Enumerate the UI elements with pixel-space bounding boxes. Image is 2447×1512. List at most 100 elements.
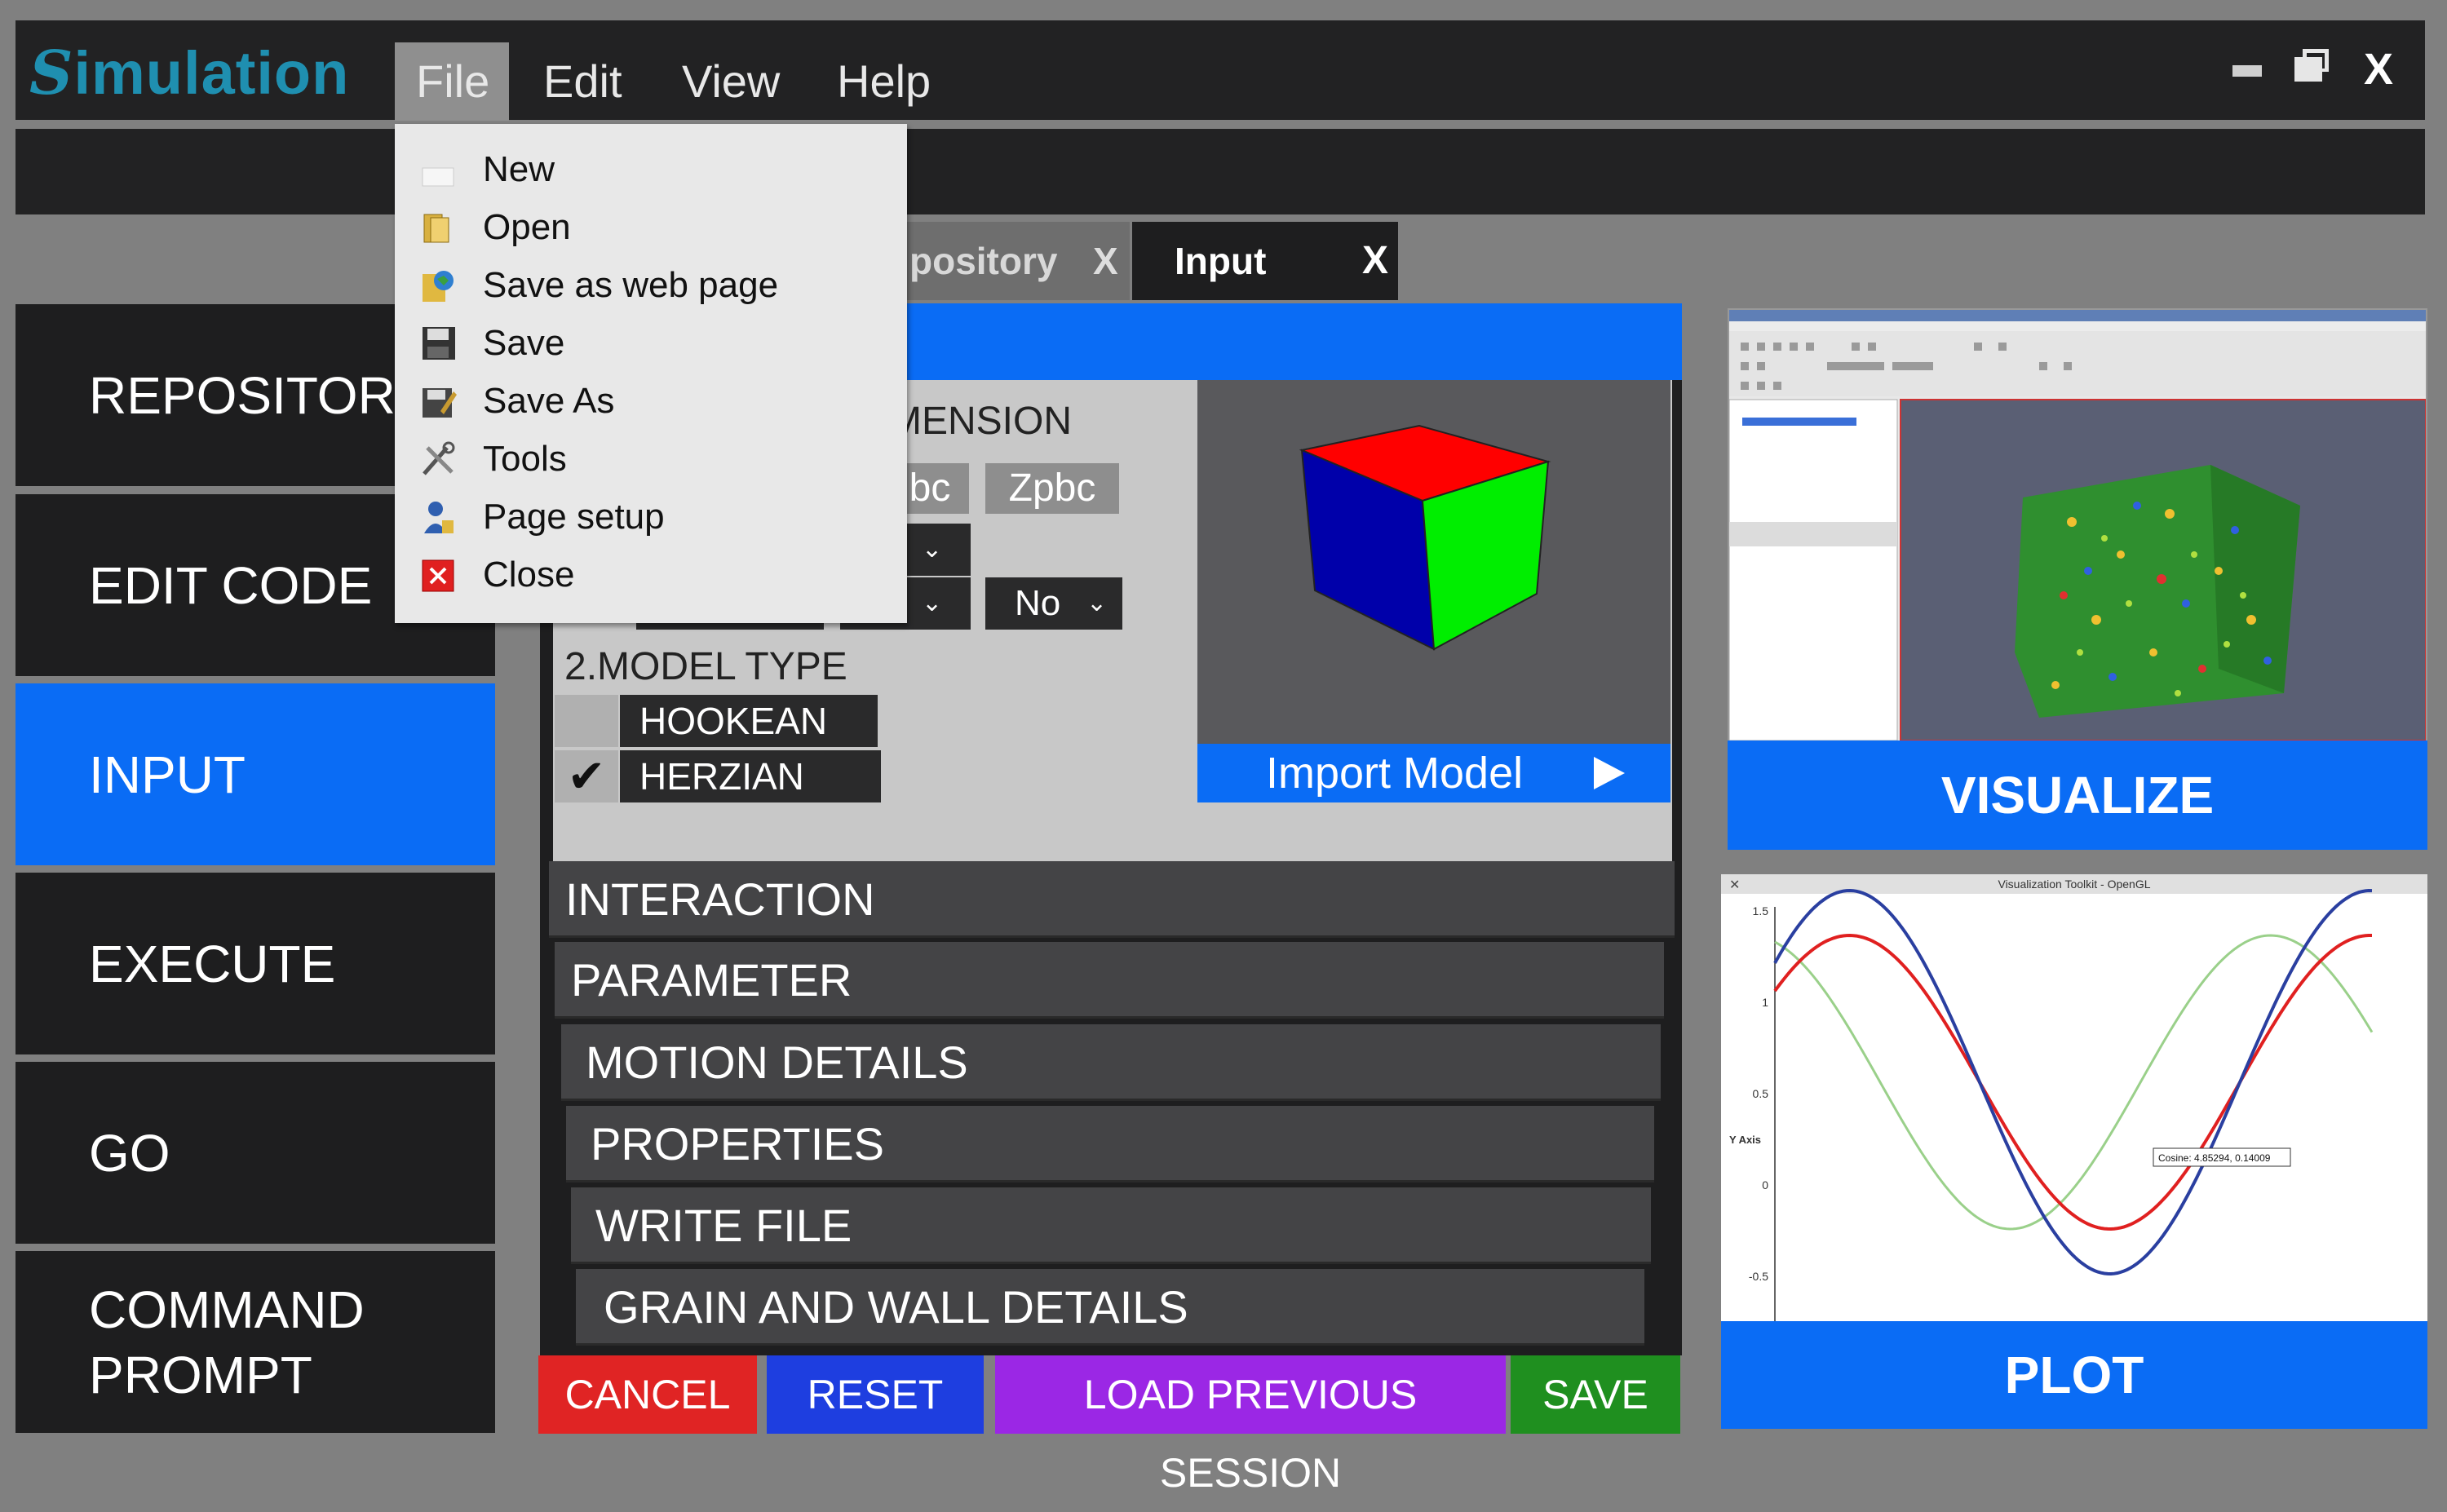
menu-item-save-as[interactable]: Save As [395,372,907,430]
zpbc-chip[interactable]: Zpbc [985,463,1119,514]
sidebar-item-label: INPUT [89,745,246,804]
sidebar-item-go[interactable]: GO [15,1062,495,1244]
y-tick-label: 1 [1762,996,1768,1009]
plot-preview[interactable]: Visualization Toolkit - OpenGL ✕ 1.5 1 0… [1721,874,2427,1323]
chevron-down-icon: ⌄ [922,536,943,563]
section-parameter[interactable]: PARAMETER [555,942,1664,1019]
menu-item-open[interactable]: Open [395,198,907,256]
play-icon [1594,757,1625,789]
folder-icon [423,214,449,243]
app-logo: Simulation [29,38,350,108]
cube-graphic [1299,424,1551,651]
menu-item-tools[interactable]: Tools [395,430,907,488]
toolbar [15,129,2425,214]
minimize-button[interactable] [2232,65,2262,77]
plot-y-axis-label: Y Axis [1729,1134,1761,1146]
tools-icon [423,441,455,475]
visualization-thumbnail [1728,310,2427,741]
plot-thumbnail: Visualization Toolkit - OpenGL ✕ 1.5 1 0… [1721,874,2427,1323]
visualize-button[interactable]: VISUALIZE [1728,741,2427,850]
sidebar-item-label: EDIT CODE [89,555,373,615]
tab-label: pository [909,240,1058,282]
sidebar-item-command-prompt[interactable]: COMMAND PROMPT [15,1251,495,1433]
menu-file[interactable]: File [395,42,509,121]
visualize-preview[interactable] [1728,308,2427,742]
logo-initial: S [29,38,74,108]
floppy-icon [423,327,455,360]
herzian-option[interactable]: HERZIAN [620,750,881,802]
tab-input-close[interactable]: X [1362,222,1388,300]
checkmark-icon: ✔ [567,750,606,802]
menu-item-label: Save [483,323,565,363]
menu-item-label: Save as web page [483,265,779,305]
menu-item-label: Save As [483,381,615,421]
tab-input[interactable]: Input [1132,222,1398,300]
menu-item-save[interactable]: Save [395,314,907,372]
chevron-down-icon: ⌄ [1086,590,1108,617]
menu-item-label: Page setup [483,497,665,537]
sidebar-item-input[interactable]: INPUT [15,683,495,865]
section-write-file[interactable]: WRITE FILE [571,1187,1651,1264]
save-as-icon [423,388,457,418]
y-tick-label: 0.5 [1753,1087,1769,1100]
dimension-label: MENSION [889,400,1073,443]
import-model-label: Import Model [1266,749,1524,798]
window-close-button[interactable]: X [2364,41,2393,98]
web-page-icon [423,271,454,302]
page-setup-icon [424,502,454,533]
model-preview [1197,380,1670,744]
plot-series-red [1773,933,2372,1231]
model-type-label: 2.MODEL TYPE [564,645,847,688]
close-icon [422,559,454,592]
menu-item-label: Tools [483,439,567,479]
tab-repository-close[interactable]: X [1093,222,1118,300]
title-bar [15,20,2425,120]
menu-help[interactable]: Help [816,42,952,121]
menu-item-close[interactable]: Close [395,546,907,603]
plot-close-icon: ✕ [1729,878,1740,892]
menu-item-label: Close [483,555,575,595]
plot-button[interactable]: PLOT [1721,1321,2427,1429]
load-previous-session-button[interactable]: LOAD PREVIOUS SESSION [995,1355,1506,1496]
tab-label: Input [1175,240,1267,282]
reset-button[interactable]: RESET [767,1355,984,1434]
section-properties[interactable]: PROPERTIES [566,1106,1654,1183]
dimension-dropdown[interactable]: ⌄ [897,524,971,576]
menu-item-label: Open [483,207,571,247]
herzian-checkbox[interactable]: ✔ [555,750,618,802]
section-grain-wall-details[interactable]: GRAIN AND WALL DETAILS [576,1269,1644,1346]
y-tick-label: 1.5 [1753,904,1769,917]
sidebar-item-label: GO [89,1123,170,1183]
sidebar-item-execute[interactable]: EXECUTE [15,873,495,1054]
import-model-button[interactable]: Import Model [1197,744,1670,802]
hookean-checkbox[interactable] [555,695,618,747]
section-motion-details[interactable]: MOTION DETAILS [561,1024,1661,1101]
logo-text: imulation [73,39,350,107]
menu-item-save-web[interactable]: Save as web page [395,256,907,314]
restore-icon-front [2294,57,2322,82]
y-tick-label: -0.5 [1749,1270,1768,1283]
y-tick-label: 0 [1762,1178,1768,1191]
chevron-down-icon: ⌄ [922,590,943,617]
menu-item-label: New [483,149,555,189]
menu-view[interactable]: View [661,42,801,121]
cancel-button[interactable]: CANCEL [538,1355,757,1434]
new-file-icon [422,167,454,187]
menu-item-page-setup[interactable]: Page setup [395,488,907,546]
section-interaction[interactable]: INTERACTION [549,861,1675,938]
menu-item-new[interactable]: New [395,140,907,198]
plot-series-green [1774,934,2374,1231]
plot-window-title: Visualization Toolkit - OpenGL [1998,878,2150,891]
dropdown-value: No [1015,583,1061,623]
sidebar-item-label: REPOSITORY [89,365,430,425]
file-menu-dropdown: New Open Save as web page Save Save As T… [395,124,907,623]
panel-header [897,303,1682,380]
pbc-dropdown-z[interactable]: No ⌄ [985,577,1122,630]
plot-tooltip: Cosine: 4.85294, 0.14009 [2158,1152,2271,1164]
sidebar-item-label: EXECUTE [89,934,336,993]
hookean-option[interactable]: HOOKEAN [620,695,878,747]
maximize-button[interactable] [2294,49,2330,82]
save-button[interactable]: SAVE [1511,1355,1680,1434]
menu-edit[interactable]: Edit [522,42,644,121]
sidebar-item-label: COMMAND PROMPT [89,1280,365,1404]
